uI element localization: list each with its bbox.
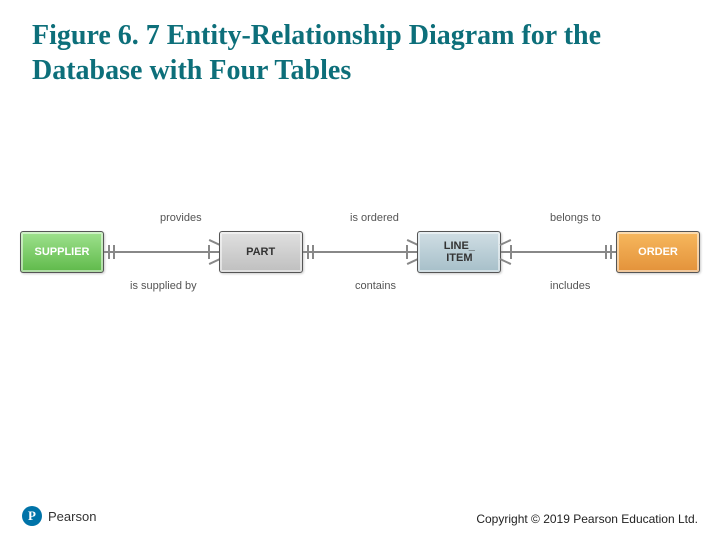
- entity-supplier: SUPPLIER: [20, 231, 104, 273]
- rel-includes: includes: [550, 280, 590, 292]
- connector-supplier-part: [104, 251, 219, 253]
- er-diagram: provides is ordered belongs to SUPPLIER …: [20, 190, 700, 310]
- pearson-logo-icon: P: [22, 506, 42, 526]
- figure-title: Figure 6. 7 Entity-Relationship Diagram …: [32, 18, 688, 88]
- rel-provides: provides: [160, 212, 202, 224]
- brand: P Pearson: [22, 506, 96, 526]
- rel-contains: contains: [355, 280, 396, 292]
- connector-lineitem-order: [501, 251, 616, 253]
- copyright-text: Copyright © 2019 Pearson Education Ltd.: [476, 512, 698, 526]
- connector-part-lineitem: [303, 251, 418, 253]
- brand-name: Pearson: [48, 509, 96, 524]
- rel-belongs-to: belongs to: [550, 212, 601, 224]
- slide-footer: P Pearson Copyright © 2019 Pearson Educa…: [22, 506, 698, 526]
- rel-is-supplied-by: is supplied by: [130, 280, 197, 292]
- rel-is-ordered: is ordered: [350, 212, 399, 224]
- entity-line-item: LINE_ ITEM: [417, 231, 501, 273]
- entity-order: ORDER: [616, 231, 700, 273]
- entity-part: PART: [219, 231, 303, 273]
